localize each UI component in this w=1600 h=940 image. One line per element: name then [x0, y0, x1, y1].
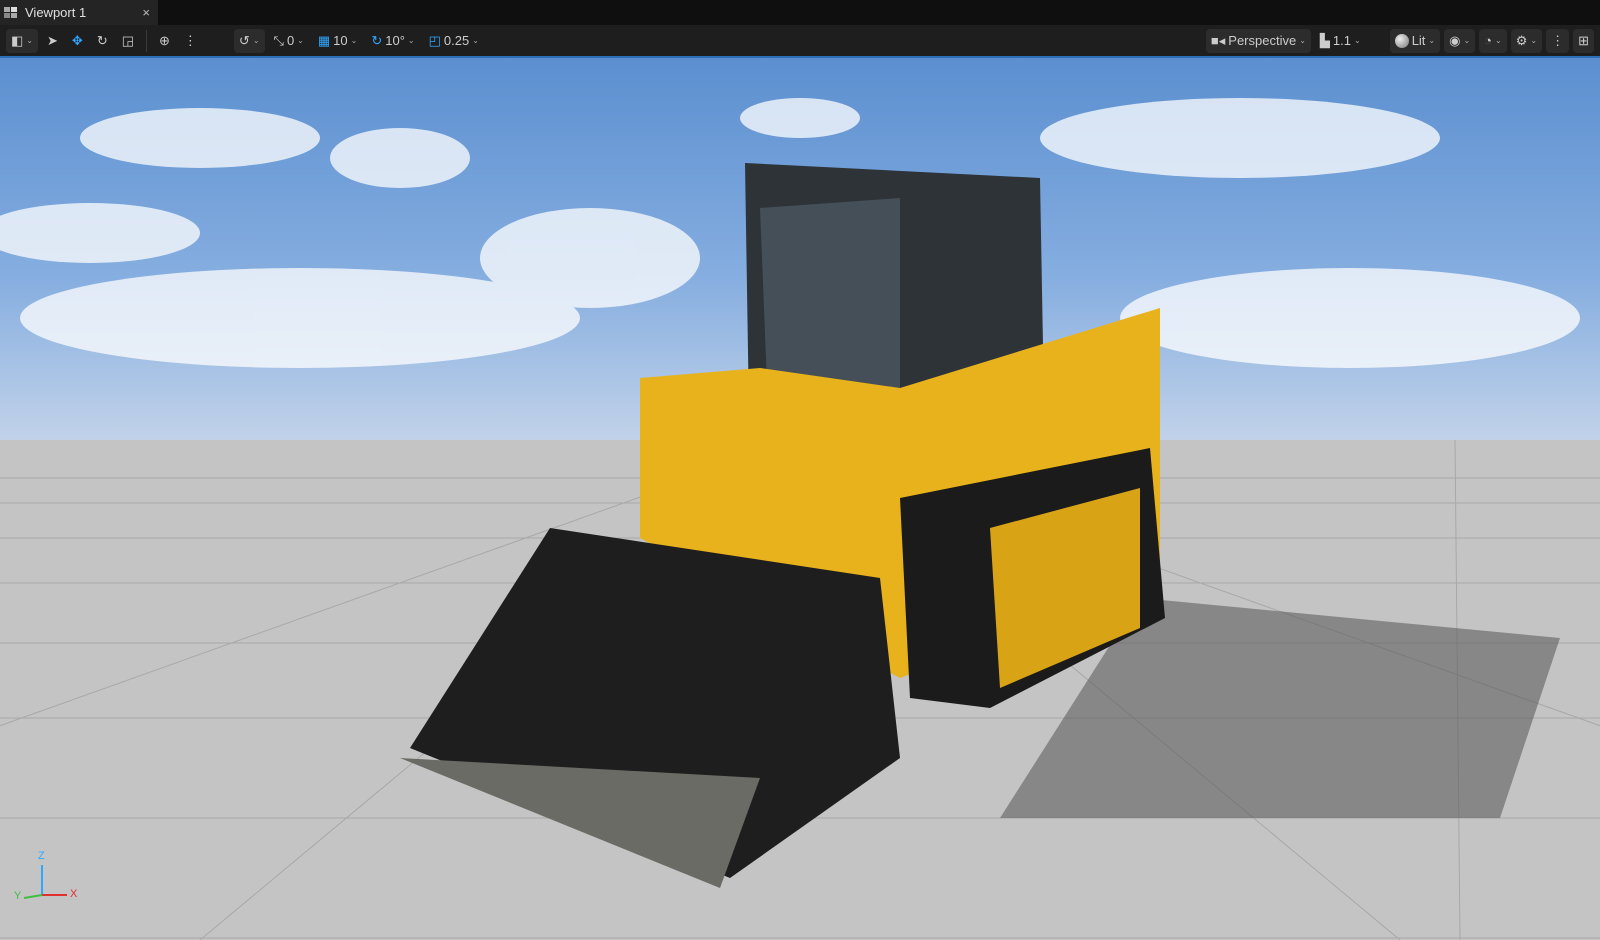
y-axis-label: Y — [14, 890, 22, 902]
kebab-icon: ⋮ — [183, 32, 197, 48]
x-axis-label: X — [70, 888, 78, 900]
divider — [146, 29, 148, 52]
lit-mode-button[interactable]: Lit ⌄ — [1389, 28, 1441, 53]
sphere-icon — [1394, 33, 1409, 48]
camera-speed-icon: ▙ — [1319, 32, 1330, 48]
eye-icon: ◉ — [1449, 32, 1461, 48]
scene-render — [0, 98, 1600, 940]
rotate-snap-value: 10° — [385, 33, 405, 48]
scale-icon: ◲ — [121, 32, 135, 48]
scale-tool-button[interactable]: ◲ — [117, 29, 139, 53]
viewport-options-button[interactable]: ⋮ — [1546, 28, 1570, 53]
gear-icon: ⚙ — [1515, 32, 1528, 48]
tab-title: Viewport 1 — [25, 5, 87, 20]
translate-snap-value: 0 — [286, 33, 295, 48]
rotate-icon: ↻ — [96, 32, 108, 48]
move-icon: ✥ — [71, 32, 83, 48]
scale-snap-icon: ◰ — [428, 32, 441, 48]
cursor-icon: ➤ — [47, 32, 58, 48]
tab-bar: Viewport 1 × — [0, 0, 1600, 25]
performance-button[interactable]: ◔ ⌄ — [1479, 28, 1507, 53]
select-tool-button[interactable]: ➤ — [42, 29, 63, 53]
settings-button[interactable]: ⚙ ⌄ — [1510, 28, 1543, 53]
rotate-snap-button[interactable]: ↻ 10° ⌄ — [366, 29, 419, 53]
viewport-toolbar: ◧ ⌄ ➤ ✥ ↻ ◲ ⊕ ⋮ ↺ ⌄ ⤡ 0 ⌄ ▦ 10 ⌄ ↻ 10° ⌄ ◰ 0.25 ⌄ … — [0, 25, 1600, 58]
translate-tool-button[interactable]: ✥ — [67, 29, 88, 53]
translate-snap-button[interactable]: ⤡ 0 ⌄ — [269, 29, 309, 53]
camera-speed-value: 1.1 — [1332, 33, 1351, 48]
more-options-button[interactable]: ⋮ — [179, 29, 202, 53]
surface-snap-icon: ↺ — [238, 32, 250, 48]
gauge-icon: ◔ — [1484, 33, 1493, 48]
scale-snap-button[interactable]: ◰ 0.25 ⌄ — [424, 29, 484, 53]
view-mode-label: Perspective — [1228, 33, 1297, 48]
rotate-tool-button[interactable]: ↻ — [92, 29, 113, 53]
view-mode-button[interactable]: ■◂ Perspective ⌄ — [1205, 28, 1311, 53]
camera-speed-button[interactable]: ▙ 1.1 ⌄ — [1315, 29, 1366, 53]
rotate-snap-icon: ↻ — [371, 32, 383, 48]
surface-snapping-button[interactable]: ↺ ⌄ — [233, 28, 265, 53]
layout-button[interactable]: ⊞ — [1573, 28, 1594, 53]
axis-gizmo: Z X Y — [12, 850, 82, 910]
layout-grid-icon: ⊞ — [1578, 32, 1589, 48]
grid-snap-icon: ▦ — [317, 32, 331, 48]
grid-snap-value: 10 — [333, 33, 348, 48]
tab-viewport-1[interactable]: Viewport 1 × — [0, 0, 158, 25]
coordinate-space-button[interactable]: ⊕ — [154, 29, 175, 53]
viewport-grid-icon — [4, 7, 17, 18]
select-mode-icon: ◧ — [11, 32, 24, 48]
globe-icon: ⊕ — [159, 32, 170, 48]
show-flags-button[interactable]: ◉ ⌄ — [1444, 28, 1476, 53]
lit-mode-label: Lit — [1411, 33, 1426, 48]
camera-icon: ■◂ — [1210, 32, 1226, 48]
close-icon[interactable]: × — [142, 5, 150, 20]
z-axis-label: Z — [38, 850, 45, 862]
kebab-icon: ⋮ — [1551, 32, 1565, 48]
scale-snap-value: 0.25 — [443, 33, 470, 48]
3d-viewport[interactable]: Z X Y — [0, 58, 1600, 940]
grid-snap-button[interactable]: ▦ 10 ⌄ — [313, 29, 362, 53]
selection-mode-button[interactable]: ◧ ⌄ — [6, 28, 38, 53]
translate-snap-icon: ⤡ — [273, 32, 284, 48]
